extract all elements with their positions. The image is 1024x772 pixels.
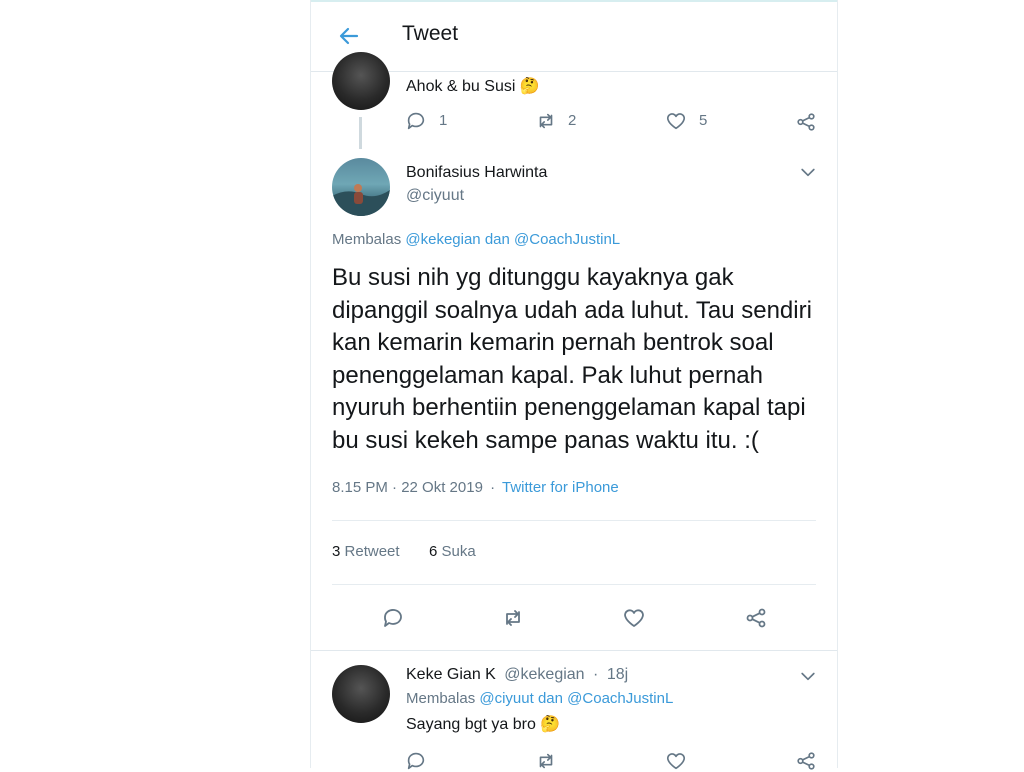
thread-connector [359, 117, 362, 149]
share-icon[interactable] [744, 606, 768, 630]
reply-avatar[interactable] [332, 665, 390, 723]
tweet-column: Tweet Ahok & bu Susi 🤔 1 2 5 Bonifasius … [310, 0, 838, 770]
replying-and: dan [484, 231, 510, 248]
replying-prefix: Membalas [332, 231, 402, 248]
divider [332, 584, 816, 585]
page-header: Tweet [311, 2, 837, 72]
author-handle[interactable]: @ciyuut [406, 187, 464, 205]
divider [332, 520, 816, 521]
parent-retweet-count: 2 [568, 112, 577, 129]
tweet-source[interactable]: Twitter for iPhone [502, 479, 619, 496]
chevron-down-icon[interactable] [798, 162, 818, 182]
author-name[interactable]: Bonifasius Harwinta [406, 164, 547, 182]
reply-separator: · [593, 666, 599, 683]
retweet-stat-count: 3 [332, 543, 341, 560]
reply-replying-to: Membalas @ciyuut dan @CoachJustinL [406, 690, 673, 707]
reply-tweet-text: Sayang bgt ya bro 🤔 [406, 716, 561, 733]
reply-replying-and: dan [537, 690, 563, 707]
share-icon[interactable] [795, 750, 817, 772]
avatar-photo [332, 184, 390, 216]
replying-user-coachjustinl[interactable]: @CoachJustinL [514, 231, 620, 248]
retweet-icon[interactable] [535, 750, 557, 772]
replying-to: Membalas @kekegian dan @CoachJustinL [332, 231, 620, 248]
retweet-stat-label: Retweet [344, 543, 400, 560]
author-avatar[interactable] [332, 158, 390, 216]
back-arrow-icon [339, 27, 359, 45]
like-icon[interactable] [665, 750, 687, 772]
reply-icon[interactable] [405, 750, 427, 772]
back-button[interactable] [337, 24, 361, 48]
tweet-timestamp[interactable]: 8.15 PM · 22 Okt 2019 [332, 479, 483, 496]
reply-replying-user-ciyuut[interactable]: @ciyuut [479, 690, 533, 707]
reply-header: Keke Gian K @kekegian · 18j [406, 666, 628, 684]
meta-separator: · [490, 479, 496, 496]
like-icon[interactable] [665, 110, 687, 132]
reply-replying-user-coachjustinl[interactable]: @CoachJustinL [567, 690, 673, 707]
like-icon[interactable] [622, 606, 646, 630]
parent-avatar[interactable] [332, 52, 390, 110]
retweet-icon[interactable] [535, 110, 557, 132]
share-icon[interactable] [795, 111, 817, 133]
like-stat-label: Suka [441, 543, 476, 560]
tweet-meta: 8.15 PM · 22 Okt 2019 · Twitter for iPho… [332, 479, 619, 496]
like-stat[interactable]: 6 Suka [429, 543, 476, 560]
chevron-down-icon[interactable] [798, 666, 818, 686]
reply-author-handle[interactable]: @kekegian [504, 666, 584, 683]
replying-user-kekegian[interactable]: @kekegian [405, 231, 480, 248]
like-stat-count: 6 [429, 543, 438, 560]
retweet-icon[interactable] [501, 606, 525, 630]
reply-replying-prefix: Membalas [406, 690, 476, 707]
reply-age[interactable]: 18j [607, 666, 628, 683]
reply-author-name[interactable]: Keke Gian K [406, 666, 496, 683]
reply-icon[interactable] [381, 606, 405, 630]
parent-reply-count: 1 [439, 112, 448, 129]
reply-icon[interactable] [405, 110, 427, 132]
page-title: Tweet [402, 22, 459, 45]
retweet-stat[interactable]: 3 Retweet [332, 543, 400, 560]
parent-like-count: 5 [699, 112, 708, 129]
parent-tweet-text: Ahok & bu Susi 🤔 [406, 78, 540, 95]
section-divider [311, 650, 837, 651]
tweet-body: Bu susi nih yg ditunggu kayaknya gak dip… [332, 264, 812, 454]
